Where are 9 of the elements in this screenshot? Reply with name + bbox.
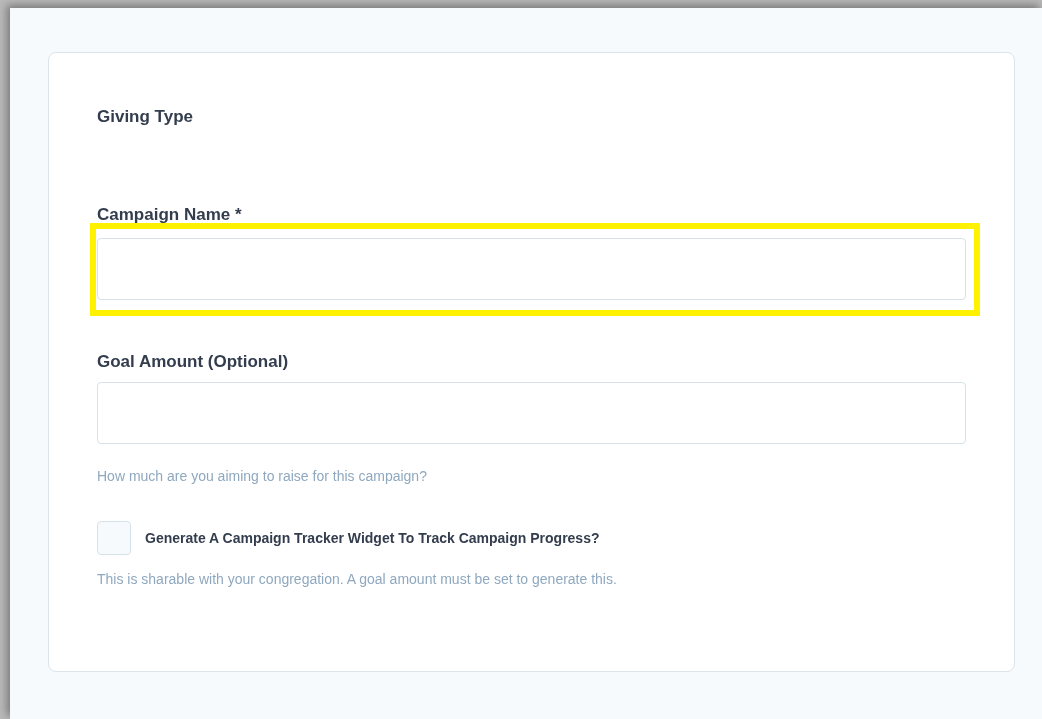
- input-field[interactable]: [97, 238, 966, 300]
- section-title: Giving Type: [97, 107, 194, 127]
- field-label: Goal Amount (Optional): [97, 352, 289, 372]
- field-label: Campaign Name *: [97, 205, 242, 225]
- field-hint: How much are you aiming to raise for this campaign?: [97, 468, 427, 484]
- checkbox-label: Generate A Campaign Tracker Widget To Track Campaign Progress?: [145, 530, 600, 546]
- checkbox-hint: This is sharable with your congregation. A goal amount must be set to generate this.: [97, 571, 617, 587]
- checkbox[interactable]: [97, 521, 131, 555]
- input-field[interactable]: [97, 382, 966, 444]
